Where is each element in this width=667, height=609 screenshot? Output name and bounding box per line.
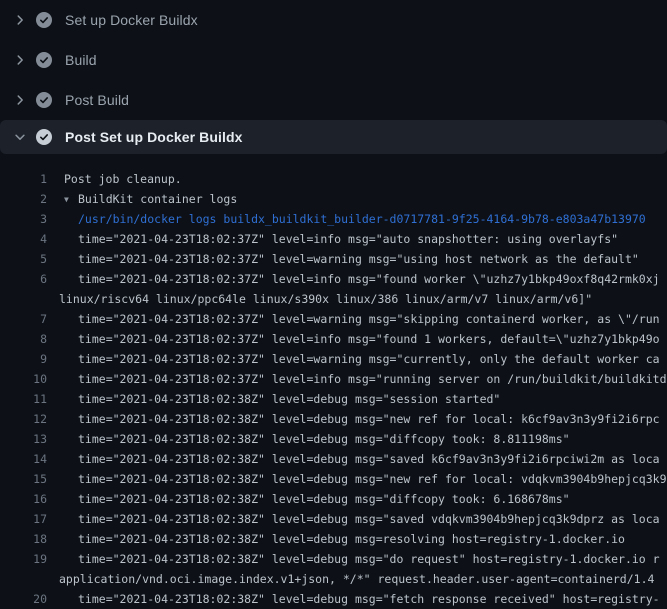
step-row-set-up-docker-buildx[interactable]: Set up Docker Buildx [0, 0, 667, 40]
log-line: 6time="2021-04-23T18:02:37Z" level=info … [0, 269, 667, 289]
line-number[interactable]: 1 [0, 169, 47, 189]
line-text: time="2021-04-23T18:02:38Z" level=debug … [47, 489, 667, 509]
line-text: time="2021-04-23T18:02:37Z" level=info m… [47, 329, 667, 349]
step-label: Post Build [65, 92, 129, 108]
line-number [0, 569, 47, 589]
line-text: linux/riscv64 linux/ppc64le linux/s390x … [47, 289, 667, 309]
chevron-right-icon [12, 52, 28, 68]
line-text: application/vnd.oci.image.index.v1+json,… [47, 569, 667, 589]
log-line: 8time="2021-04-23T18:02:37Z" level=info … [0, 329, 667, 349]
line-text: time="2021-04-23T18:02:37Z" level=info m… [47, 269, 667, 289]
step-label: Post Set up Docker Buildx [65, 129, 243, 145]
log-line: 3/usr/bin/docker logs buildx_buildkit_bu… [0, 209, 667, 229]
line-number[interactable]: 14 [0, 449, 47, 469]
line-number[interactable]: 18 [0, 529, 47, 549]
log-line: 13time="2021-04-23T18:02:38Z" level=debu… [0, 429, 667, 449]
line-text: time="2021-04-23T18:02:38Z" level=debug … [47, 589, 667, 609]
check-circle-icon [36, 129, 52, 145]
log-line: 2▼BuildKit container logs [0, 189, 667, 209]
line-number[interactable]: 4 [0, 229, 47, 249]
line-text[interactable]: ▼BuildKit container logs [47, 189, 667, 209]
line-number[interactable]: 8 [0, 329, 47, 349]
line-text: time="2021-04-23T18:02:37Z" level=warnin… [47, 309, 667, 329]
log-line: 10time="2021-04-23T18:02:37Z" level=info… [0, 369, 667, 389]
log-line: 5time="2021-04-23T18:02:37Z" level=warni… [0, 249, 667, 269]
step-row-post-build[interactable]: Post Build [0, 80, 667, 120]
log-line: 7time="2021-04-23T18:02:37Z" level=warni… [0, 309, 667, 329]
line-text: time="2021-04-23T18:02:38Z" level=debug … [47, 449, 667, 469]
line-number[interactable]: 19 [0, 549, 47, 569]
log-line: 16time="2021-04-23T18:02:38Z" level=debu… [0, 489, 667, 509]
log-line: 1Post job cleanup. [0, 169, 667, 189]
line-number[interactable]: 3 [0, 209, 47, 229]
steps-list: Set up Docker Buildx Build Post Build Post … [0, 0, 667, 154]
log-line: 12time="2021-04-23T18:02:38Z" level=debu… [0, 409, 667, 429]
log-line: 4time="2021-04-23T18:02:37Z" level=info … [0, 229, 667, 249]
chevron-down-icon [12, 129, 28, 145]
line-number[interactable]: 10 [0, 369, 47, 389]
group-collapse-triangle-icon[interactable]: ▼ [64, 190, 78, 210]
log-line: 20time="2021-04-23T18:02:38Z" level=debu… [0, 589, 667, 609]
step-row-build[interactable]: Build [0, 40, 667, 80]
line-text: time="2021-04-23T18:02:37Z" level=warnin… [47, 249, 667, 269]
check-circle-icon [36, 92, 52, 108]
line-text: time="2021-04-23T18:02:38Z" level=debug … [47, 429, 667, 449]
log-line: 18time="2021-04-23T18:02:38Z" level=debu… [0, 529, 667, 549]
line-number[interactable]: 16 [0, 489, 47, 509]
line-text: time="2021-04-23T18:02:38Z" level=debug … [47, 549, 667, 569]
log-line: 14time="2021-04-23T18:02:38Z" level=debu… [0, 449, 667, 469]
check-circle-icon [36, 12, 52, 28]
line-number[interactable]: 9 [0, 349, 47, 369]
log-line: 17time="2021-04-23T18:02:38Z" level=debu… [0, 509, 667, 529]
line-text: time="2021-04-23T18:02:37Z" level=info m… [47, 229, 667, 249]
line-text: time="2021-04-23T18:02:37Z" level=warnin… [47, 349, 667, 369]
step-label: Set up Docker Buildx [65, 12, 198, 28]
command-line-text: /usr/bin/docker logs buildx_buildkit_bui… [47, 209, 667, 229]
line-number[interactable]: 7 [0, 309, 47, 329]
line-text: time="2021-04-23T18:02:38Z" level=debug … [47, 409, 667, 429]
group-title: BuildKit container logs [78, 192, 237, 206]
step-label: Build [65, 52, 97, 68]
line-number[interactable]: 17 [0, 509, 47, 529]
line-text: time="2021-04-23T18:02:38Z" level=debug … [47, 389, 667, 409]
log-line: 9time="2021-04-23T18:02:37Z" level=warni… [0, 349, 667, 369]
line-number[interactable]: 20 [0, 589, 47, 609]
log-line: 19time="2021-04-23T18:02:38Z" level=debu… [0, 549, 667, 569]
check-circle-icon [36, 52, 52, 68]
line-text: time="2021-04-23T18:02:37Z" level=info m… [47, 369, 667, 389]
line-text: time="2021-04-23T18:02:38Z" level=debug … [47, 469, 667, 489]
line-number[interactable]: 12 [0, 409, 47, 429]
line-number[interactable]: 5 [0, 249, 47, 269]
line-number[interactable]: 15 [0, 469, 47, 489]
line-text: time="2021-04-23T18:02:38Z" level=debug … [47, 509, 667, 529]
chevron-right-icon [12, 12, 28, 28]
log-line: 11time="2021-04-23T18:02:38Z" level=debu… [0, 389, 667, 409]
line-text: Post job cleanup. [47, 169, 667, 189]
log-panel: 1Post job cleanup.2▼BuildKit container l… [0, 154, 667, 609]
log-line: linux/riscv64 linux/ppc64le linux/s390x … [0, 289, 667, 309]
line-number[interactable]: 11 [0, 389, 47, 409]
chevron-right-icon [12, 92, 28, 108]
line-number[interactable]: 2 [0, 189, 47, 209]
line-number[interactable]: 13 [0, 429, 47, 449]
step-row-post-set-up-docker-buildx[interactable]: Post Set up Docker Buildx [0, 120, 667, 154]
log-line: application/vnd.oci.image.index.v1+json,… [0, 569, 667, 589]
log-line: 15time="2021-04-23T18:02:38Z" level=debu… [0, 469, 667, 489]
line-number [0, 289, 47, 309]
line-number[interactable]: 6 [0, 269, 47, 289]
line-text: time="2021-04-23T18:02:38Z" level=debug … [47, 529, 667, 549]
